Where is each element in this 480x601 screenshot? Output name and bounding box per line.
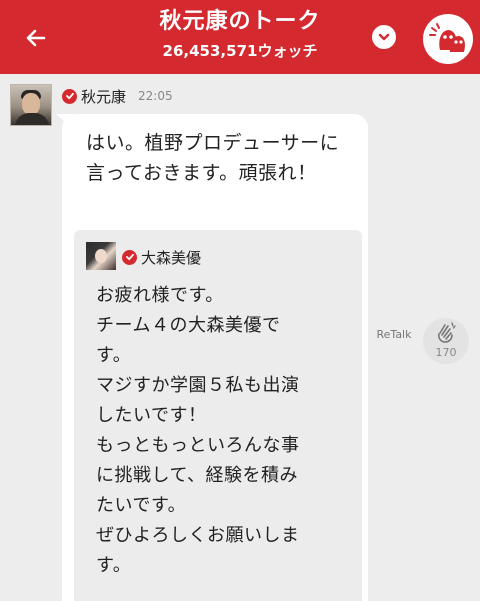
quote-line: チーム４の大森美優で — [96, 315, 281, 336]
quote-line: したいです！ — [96, 405, 207, 426]
message-text: はい。植野プロデューサーに言っておきます。頑張れ！ — [86, 132, 340, 184]
dropdown-button[interactable] — [372, 25, 396, 49]
watch-count: 26,453,571ウォッチ — [162, 42, 318, 60]
check-circle-icon — [122, 249, 137, 265]
quote-line: す。 — [96, 555, 132, 576]
app-header: 秋元康のトーク 26,453,571ウォッチ — [0, 0, 480, 74]
check-circle-icon — [62, 88, 77, 104]
watch-button[interactable] — [423, 14, 473, 64]
quote-line: たいです。 — [96, 495, 187, 516]
page-title: 秋元康のトーク — [159, 9, 321, 34]
post-time: 22:05 — [138, 89, 173, 103]
clap-hands-icon — [438, 322, 456, 343]
ghost-mascot-icon — [429, 23, 465, 52]
quote-text: お疲れ様です。 チーム４の大森美優で す。 マジすか学園５私も出演 したいです！… — [96, 281, 356, 581]
quote-line: お疲れ様です。 — [96, 285, 224, 306]
quote-sender-name: 大森美優 — [141, 248, 202, 267]
sender-name[interactable]: 秋元康 — [81, 86, 126, 107]
quote-line: ぜひよろしくお願いしま — [96, 525, 300, 546]
quote-line: マジすか学園５私も出演 — [96, 375, 300, 396]
clap-button[interactable]: 170 — [423, 318, 469, 364]
header-title-block: 秋元康のトーク 26,453,571ウォッチ — [100, 8, 380, 62]
quote-line: す。 — [96, 345, 132, 366]
clap-count: 170 — [435, 346, 457, 359]
arrow-left-icon — [26, 29, 46, 47]
back-button[interactable] — [18, 20, 54, 56]
retalk-button[interactable]: ReTalk — [371, 318, 417, 350]
sender-avatar[interactable] — [10, 84, 52, 126]
quote-line: に挑戦して、経験を積み — [96, 465, 299, 486]
quote-sender-avatar — [86, 242, 116, 270]
sender-row: 秋元康 22:05 — [62, 86, 173, 106]
quote-sender-row: 大森美優 — [122, 247, 201, 267]
quote-line: もっともっといろんな事 — [96, 435, 300, 456]
chevron-down-icon — [378, 33, 390, 41]
